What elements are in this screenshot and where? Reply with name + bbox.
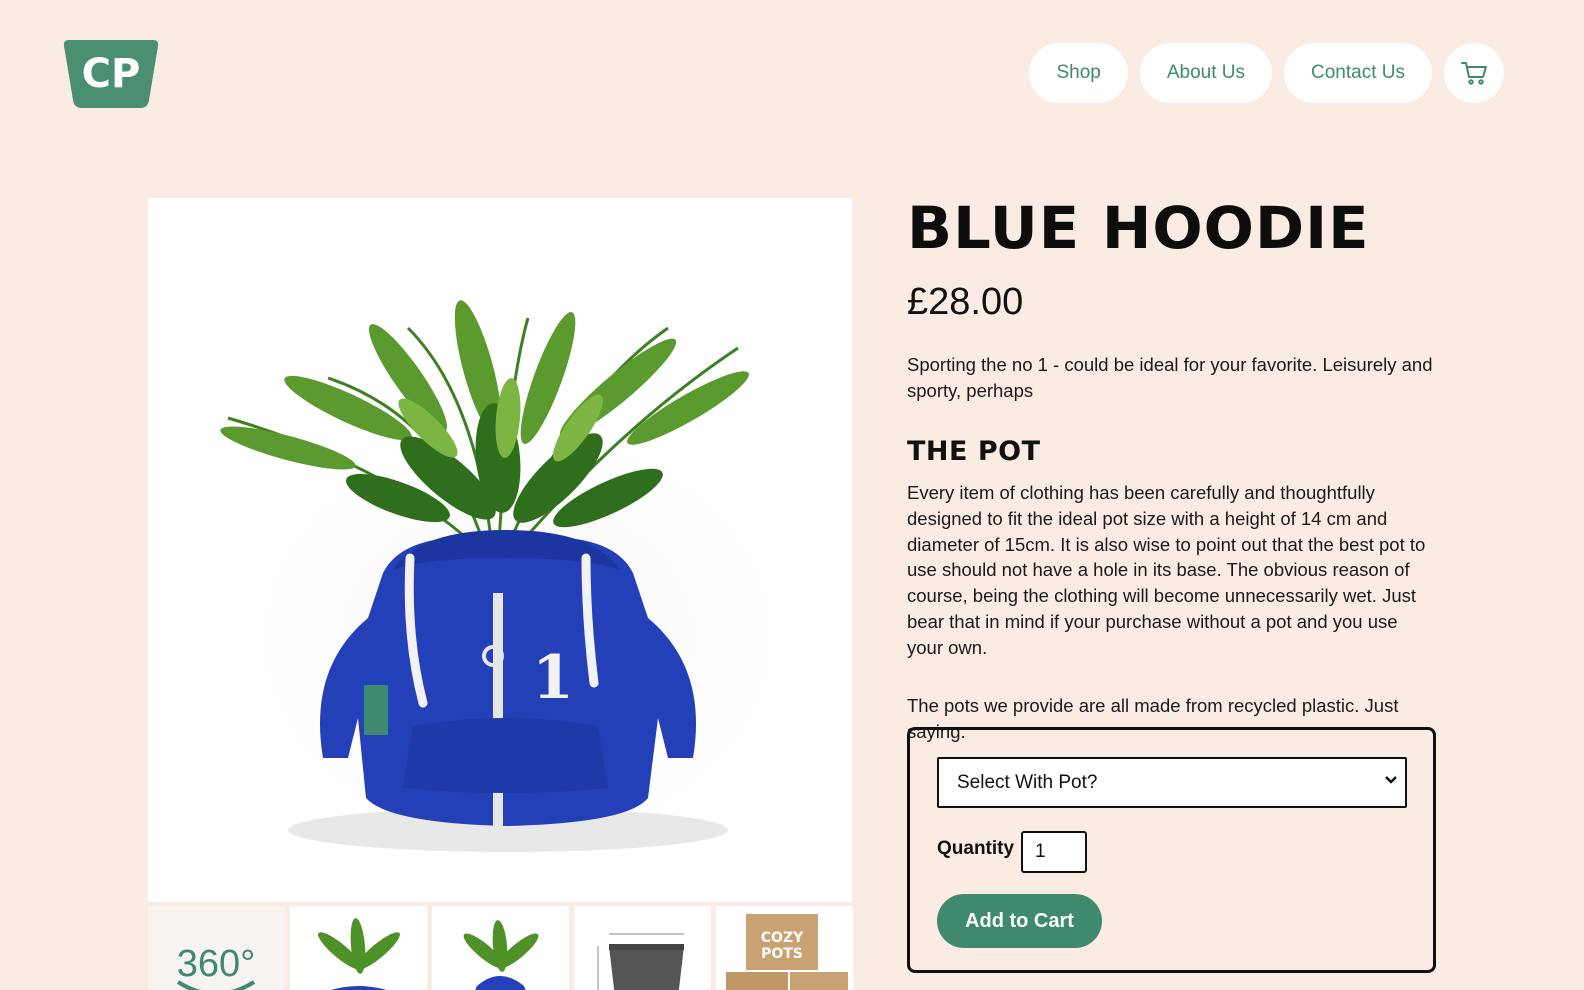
logo-text: CP [82,51,141,97]
quantity-input[interactable]: 1 [1021,831,1087,873]
nav-contact-us[interactable]: Contact Us [1284,43,1432,103]
pot-option-select[interactable]: Select With Pot? [937,757,1407,808]
quantity-label: Quantity [937,838,1015,859]
cart-icon [1461,62,1487,85]
product-title: BLUE HOODIE [907,194,1370,262]
logo[interactable]: CP [63,40,159,108]
product-description: Sporting the no 1 - could be ideal for y… [907,354,1433,401]
add-to-cart-button[interactable]: Add to Cart [937,894,1102,948]
product-price: £28.00 [907,281,1024,323]
product-details: BLUE HOODIE £28.00 Sporting the no 1 - c… [907,196,1437,745]
chevron-down-icon [1385,776,1397,784]
svg-text:1: 1 [532,643,574,713]
product-main-image[interactable]: 1 [148,198,852,902]
thumbnail-boxes[interactable]: COZY POTS [716,906,853,990]
pot-description: Every item of clothing has been carefull… [907,482,1426,658]
svg-text:COZY: COZY [761,930,804,946]
thumbnail-front[interactable] [290,906,427,990]
thumbnail-pot[interactable] [574,906,711,990]
thumbnail-360-label: 360° [177,943,256,985]
svg-text:POTS: POTS [761,946,803,962]
section-heading-the-pot: THE POT [907,436,1041,467]
thumbnail-strip: 360° COZY POTS [148,906,853,990]
thumbnail-360[interactable]: 360° [148,906,285,990]
nav-shop[interactable]: Shop [1029,43,1128,103]
cart-button[interactable] [1444,43,1504,103]
pot-option-value: Select With Pot? [957,771,1098,793]
main-nav: Shop About Us Contact Us [1029,43,1504,103]
nav-about-us[interactable]: About Us [1139,43,1273,103]
purchase-box: Select With Pot? Quantity 1 Add to Cart [907,727,1436,973]
thumbnail-back[interactable] [432,906,569,990]
